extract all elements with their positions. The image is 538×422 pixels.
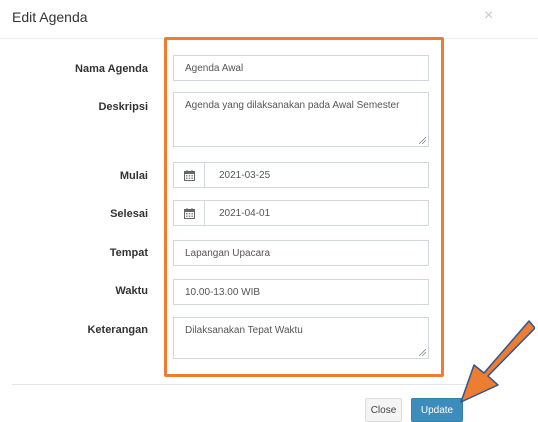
close-icon[interactable]: ×: [484, 8, 493, 24]
mulai-date-input[interactable]: 2021-03-25: [173, 162, 429, 188]
keterangan-value: Dilaksanakan Tepat Waktu: [185, 325, 303, 336]
keterangan-label: Keterangan: [87, 324, 148, 336]
mulai-value: 2021-03-25: [219, 170, 271, 181]
nama-agenda-input[interactable]: Agenda Awal: [173, 55, 429, 81]
nama-agenda-label: Nama Agenda: [75, 63, 148, 75]
mulai-label: Mulai: [119, 170, 148, 182]
selesai-label: Selesai: [110, 208, 148, 220]
resize-handle-icon[interactable]: [419, 137, 426, 144]
header-divider: [0, 38, 538, 39]
modal-title: Edit Agenda: [12, 9, 88, 25]
keterangan-textarea[interactable]: Dilaksanakan Tepat Waktu: [173, 317, 429, 359]
waktu-label: Waktu: [115, 285, 148, 297]
resize-handle-icon[interactable]: [419, 349, 426, 356]
close-button[interactable]: Close: [365, 398, 402, 422]
nama-agenda-value: Agenda Awal: [185, 63, 244, 74]
footer-divider: [12, 384, 482, 385]
tempat-input[interactable]: Lapangan Upacara: [173, 240, 429, 266]
selesai-date-input[interactable]: 2021-04-01: [173, 200, 429, 226]
deskripsi-value: Agenda yang dilaksanakan pada Awal Semes…: [185, 100, 400, 111]
tempat-value: Lapangan Upacara: [185, 248, 271, 259]
orange-arrow-icon: [460, 320, 535, 403]
calendar-icon[interactable]: [174, 201, 205, 225]
selesai-value: 2021-04-01: [219, 208, 271, 219]
calendar-icon[interactable]: [174, 163, 205, 187]
deskripsi-label: Deskripsi: [98, 101, 148, 113]
deskripsi-textarea[interactable]: Agenda yang dilaksanakan pada Awal Semes…: [173, 92, 429, 147]
waktu-input[interactable]: 10.00-13.00 WIB: [173, 279, 429, 305]
tempat-label: Tempat: [109, 247, 148, 259]
waktu-value: 10.00-13.00 WIB: [185, 287, 261, 298]
